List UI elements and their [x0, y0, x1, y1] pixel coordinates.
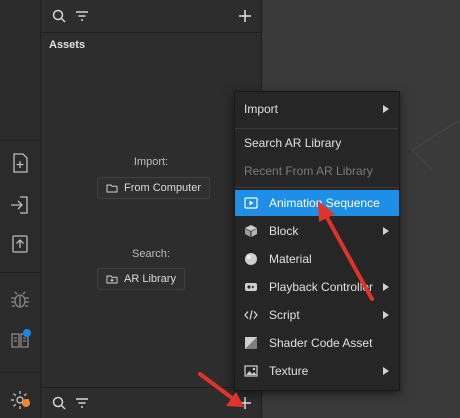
notification-badge [23, 329, 31, 337]
menu-item-texture[interactable]: Texture [235, 358, 399, 384]
import-icon[interactable] [8, 193, 32, 217]
chevron-right-icon [383, 367, 389, 375]
panel-bottom-toolbar [41, 387, 261, 418]
chevron-right-icon [383, 105, 389, 113]
filter-icon[interactable] [74, 8, 90, 24]
menu-item-label: Recent From AR Library [244, 164, 373, 178]
menu-item-shader-code-asset[interactable]: Shader Code Asset [235, 330, 399, 356]
cube-icon [244, 224, 258, 238]
chevron-right-icon [383, 311, 389, 319]
import-label: Import: [133, 156, 169, 168]
menu-item-animation-sequence[interactable]: Animation Sequence [235, 190, 399, 216]
bug-icon[interactable] [8, 288, 32, 312]
image-icon [244, 364, 258, 378]
menu-item-label: Texture [269, 364, 309, 378]
menu-item-label: Material [269, 252, 312, 266]
menu-divider [235, 128, 399, 129]
menu-item-import[interactable]: Import [235, 96, 399, 122]
chevron-right-icon [383, 227, 389, 235]
export-icon[interactable] [8, 232, 32, 256]
shader-icon [244, 336, 258, 350]
rail-divider [0, 372, 40, 373]
settings-badge [22, 399, 30, 407]
sphere-icon [244, 252, 258, 266]
menu-item-search-ar-library[interactable]: Search AR Library [235, 130, 399, 156]
code-icon [244, 308, 258, 322]
panel-toolbar [41, 0, 261, 33]
menu-item-material[interactable]: Material [235, 246, 399, 272]
rail-divider [0, 272, 40, 273]
search-icon[interactable] [51, 395, 67, 411]
play-icon [244, 196, 258, 210]
menu-item-label: Script [269, 308, 300, 322]
left-toolbar [0, 0, 41, 418]
add-asset-icon[interactable] [237, 8, 253, 24]
menu-item-playback-controller[interactable]: Playback Controller [235, 274, 399, 300]
from-computer-button[interactable]: From Computer [97, 177, 211, 199]
add-file-icon[interactable] [8, 151, 32, 175]
menu-divider [235, 187, 399, 188]
menu-item-label: Shader Code Asset [269, 336, 373, 350]
add-asset-icon[interactable] [237, 395, 253, 411]
menu-item-label: Animation Sequence [269, 196, 380, 210]
from-computer-label: From Computer [124, 182, 202, 194]
search-icon[interactable] [51, 8, 67, 24]
ar-library-button[interactable]: AR Library [97, 268, 185, 290]
add-asset-menu: Import Search AR Library Recent From AR … [234, 91, 400, 391]
menu-item-label: Playback Controller [269, 280, 374, 294]
panel-title: Assets [49, 39, 86, 51]
menu-item-recent-from-ar-library: Recent From AR Library [235, 158, 399, 184]
ar-library-label: AR Library [124, 273, 176, 285]
menu-item-label: Block [269, 224, 299, 238]
chevron-right-icon [383, 283, 389, 291]
filter-icon[interactable] [74, 395, 90, 411]
assets-panel: Assets Import: From Computer Search: AR … [41, 0, 262, 418]
playback-icon [244, 280, 258, 294]
search-label: Search: [132, 248, 170, 260]
menu-item-script[interactable]: Script [235, 302, 399, 328]
menu-item-block[interactable]: Block [235, 218, 399, 244]
menu-item-label: Import [244, 102, 279, 116]
rail-divider [0, 140, 40, 141]
menu-item-label: Search AR Library [244, 136, 342, 150]
